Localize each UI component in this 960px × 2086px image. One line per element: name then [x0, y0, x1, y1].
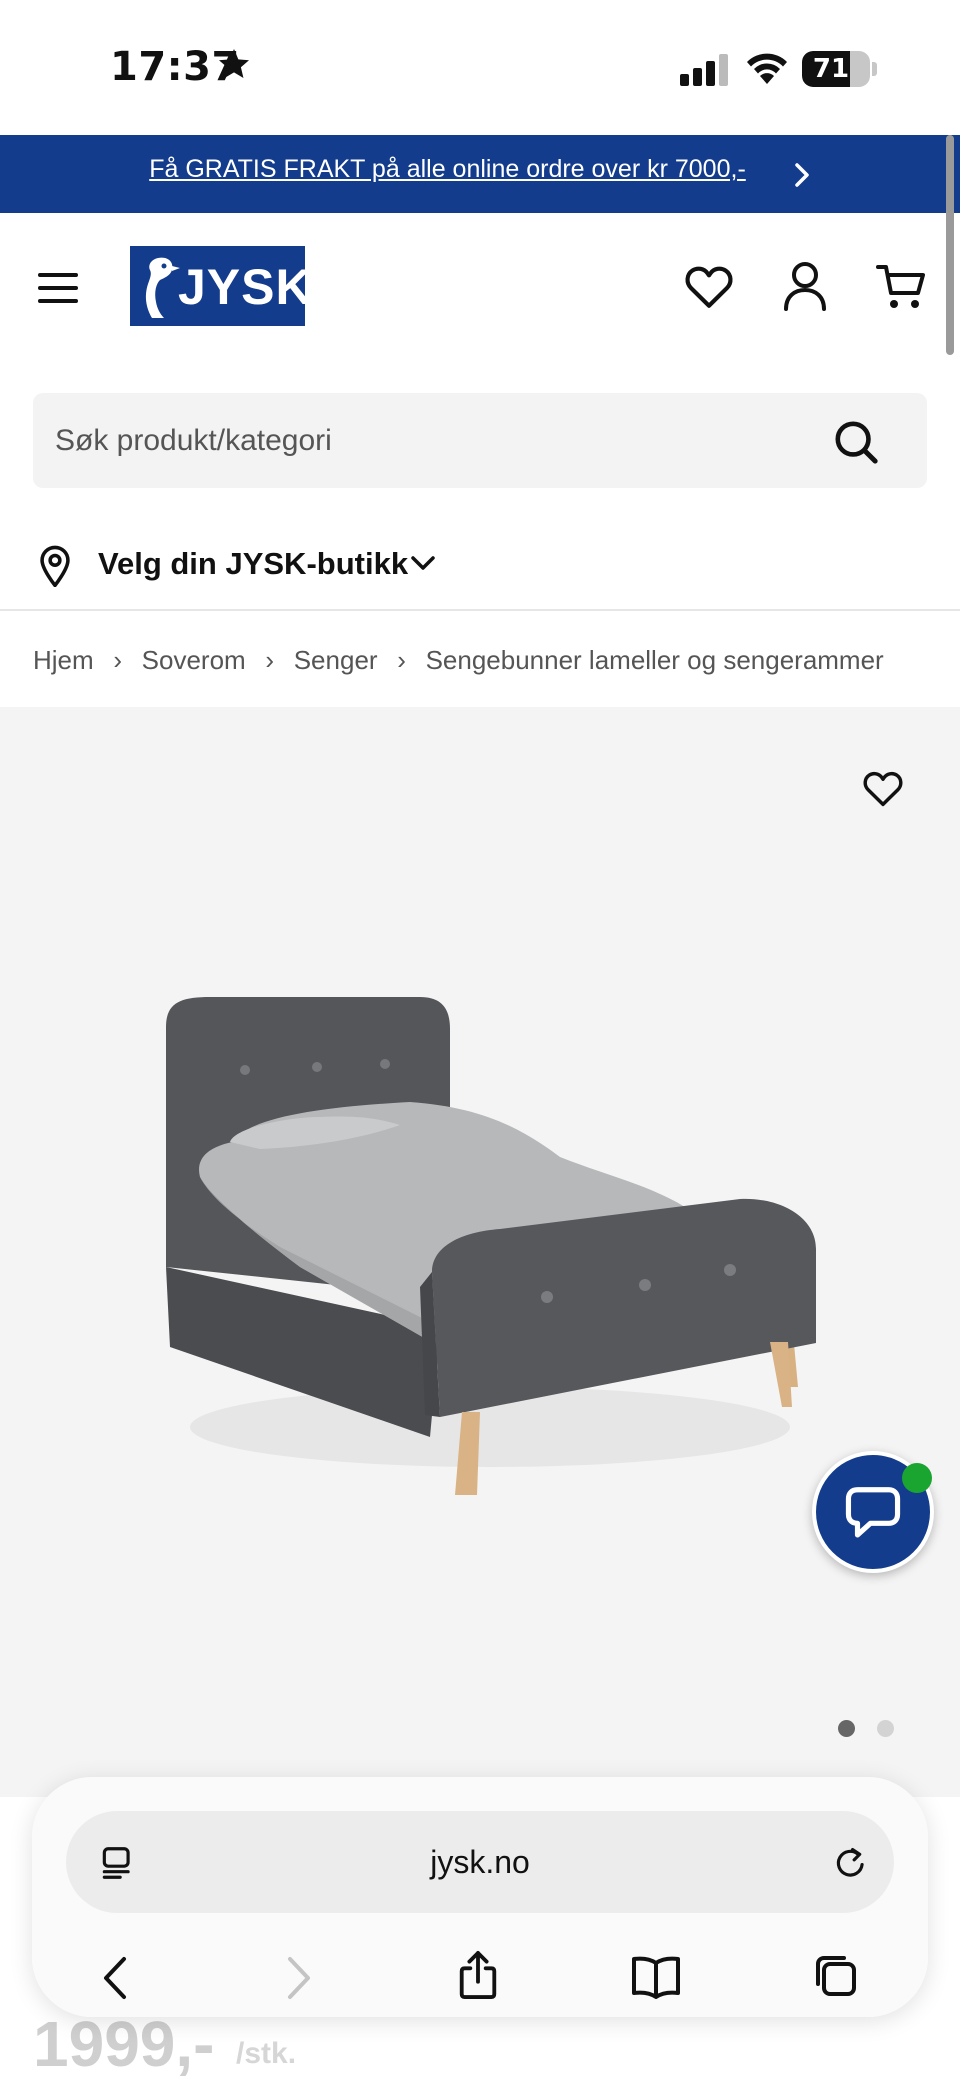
product-price: 1999,- — [33, 2008, 215, 2080]
signal-icon — [680, 54, 728, 86]
scrollbar[interactable] — [946, 135, 954, 355]
breadcrumb-separator: › — [265, 644, 275, 675]
product-gallery[interactable] — [0, 707, 960, 1797]
store-selector[interactable]: Velg din JYSK-butikk — [0, 520, 960, 610]
gallery-dot-active[interactable] — [838, 1720, 855, 1737]
bookmarks-icon[interactable] — [630, 1955, 682, 1999]
add-to-favourites-icon[interactable] — [862, 769, 904, 807]
search-box — [33, 393, 927, 488]
browser-toolbar: jysk.no — [32, 1777, 928, 2017]
breadcrumb-item-soverom[interactable]: Soverom — [142, 645, 246, 676]
jysk-logo[interactable]: JYSK — [130, 246, 312, 326]
price-unit: /stk. — [236, 2037, 297, 2070]
location-pin-icon — [40, 545, 70, 587]
breadcrumb-item-senger[interactable]: Senger — [294, 645, 378, 676]
store-label: Velg din JYSK-butikk — [98, 546, 409, 581]
gallery-dot[interactable] — [877, 1720, 894, 1737]
user-icon[interactable] — [783, 261, 827, 311]
menu-icon[interactable] — [36, 270, 80, 306]
promo-banner[interactable]: Få GRATIS FRAKT på alle online ordre ove… — [0, 135, 960, 213]
breadcrumb: Hjem › Soverom › Senger › Sengebunner la… — [33, 640, 884, 680]
reload-icon[interactable] — [832, 1844, 870, 1882]
breadcrumb-separator: › — [397, 644, 406, 675]
chevron-down-icon — [411, 556, 435, 570]
site-header: JYSK — [0, 213, 960, 363]
wifi-icon — [747, 53, 787, 84]
star-icon — [219, 49, 249, 78]
chevron-right-icon — [795, 163, 809, 187]
heart-icon[interactable] — [684, 263, 734, 309]
cart-icon[interactable] — [876, 263, 926, 311]
divider — [0, 609, 960, 611]
breadcrumb-separator: › — [113, 644, 122, 675]
address-bar[interactable]: jysk.no — [66, 1811, 894, 1913]
back-icon[interactable] — [100, 1955, 130, 2001]
tabs-icon[interactable] — [812, 1952, 860, 2000]
logo-text: JYSK — [178, 259, 313, 315]
search-icon[interactable] — [833, 419, 879, 465]
status-bar: 17:37 71 — [0, 0, 960, 135]
share-icon[interactable] — [455, 1949, 501, 2001]
product-image-bed — [166, 997, 816, 1495]
forward-icon[interactable] — [284, 1955, 314, 2001]
search-input[interactable] — [55, 393, 815, 488]
battery-level: 71 — [812, 54, 850, 84]
logo-bird-icon — [145, 257, 180, 318]
battery-icon: 71 — [802, 51, 870, 87]
url-text: jysk.no — [430, 1844, 530, 1880]
chat-button[interactable] — [812, 1451, 934, 1573]
battery-tip — [872, 62, 877, 76]
breadcrumb-item-sengebunner[interactable]: Sengebunner lameller og sengerammer — [426, 645, 884, 676]
chat-icon — [845, 1487, 901, 1538]
online-indicator — [902, 1463, 932, 1493]
breadcrumb-item-hjem[interactable]: Hjem — [33, 645, 94, 676]
promo-link[interactable]: Få GRATIS FRAKT på alle online ordre ove… — [0, 155, 895, 184]
